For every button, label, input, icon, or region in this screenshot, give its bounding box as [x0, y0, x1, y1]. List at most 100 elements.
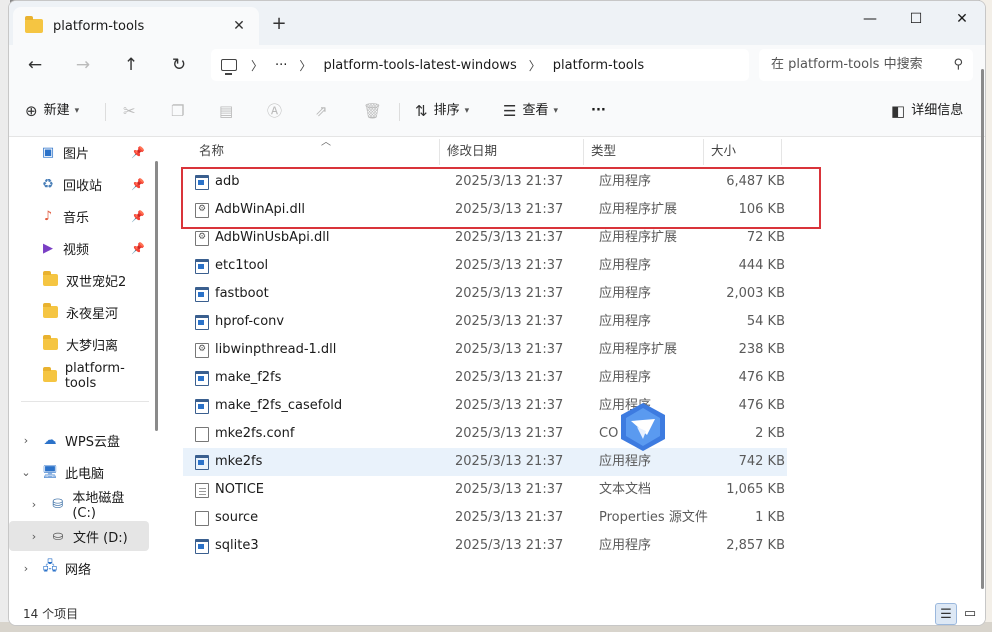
application-icon — [195, 399, 209, 414]
cut-button[interactable]: ✂ — [123, 99, 142, 123]
sort-button[interactable]: ⇅ 排序 ▾ — [415, 99, 469, 123]
sidebar-item-recycle-bin[interactable]: ♻ 回收站 📌 — [9, 169, 149, 199]
file-icon — [195, 427, 209, 442]
new-button[interactable]: ⊕ 新建 ▾ — [25, 99, 79, 123]
file-date: 2025/3/13 21:37 — [455, 370, 564, 385]
close-window-button[interactable]: ✕ — [939, 5, 985, 33]
file-row[interactable]: make_f2fs_casefold 2025/3/13 21:37 应用程序 476… — [183, 392, 787, 420]
new-tab-button[interactable]: + — [269, 14, 289, 34]
file-row[interactable]: mke2fs.conf 2025/3/13 21:37 CO 2 KB — [183, 420, 787, 448]
folder-icon — [43, 367, 57, 382]
sidebar-item-folder-3[interactable]: 大梦归离 — [9, 329, 149, 359]
divider — [105, 103, 106, 121]
file-type: CO — [599, 426, 619, 441]
share-button[interactable]: ⇗ — [315, 99, 334, 123]
chevron-right-icon: › — [23, 561, 29, 575]
file-name: mke2fs.conf — [215, 426, 295, 441]
file-row[interactable]: libwinpthread-1.dll 2025/3/13 21:37 应用程序扩展… — [183, 336, 787, 364]
file-name: make_f2fs — [215, 370, 282, 385]
column-header-type[interactable]: 类型 — [583, 137, 616, 165]
file-list-scrollbar[interactable] — [981, 69, 984, 589]
breadcrumb-platform-tools[interactable]: platform-tools — [553, 58, 644, 73]
file-size: 444 KB — [738, 258, 785, 273]
application-icon — [195, 455, 209, 470]
file-date: 2025/3/13 21:37 — [455, 314, 564, 329]
sidebar-item-label: 图片 — [63, 146, 90, 162]
sidebar-item-drive-c[interactable]: › ⛁ 本地磁盘 (C:) — [9, 489, 149, 521]
file-size: 2,003 KB — [726, 286, 785, 301]
minimize-button[interactable]: — — [847, 5, 893, 33]
drive-icon: ⛀ — [52, 528, 64, 544]
rename-button[interactable]: Ⓐ — [267, 99, 288, 123]
sidebar-item-label: 此电脑 — [65, 466, 105, 482]
file-row[interactable]: NOTICE 2025/3/13 21:37 文本文档 1,065 KB — [183, 476, 787, 504]
search-input[interactable]: 在 platform-tools 中搜索 ⚲ — [759, 49, 973, 81]
column-divider[interactable] — [781, 139, 782, 165]
delete-button[interactable]: 🗑 — [363, 99, 388, 123]
chevron-down-icon: ⌄ — [21, 465, 31, 479]
back-button[interactable]: ← — [21, 51, 49, 79]
chevron-down-icon: ▾ — [553, 106, 558, 116]
file-size: 1,065 KB — [726, 482, 785, 497]
tiles-view-button[interactable]: ▭ — [959, 603, 981, 625]
file-row[interactable]: etc1tool 2025/3/13 21:37 应用程序 444 KB — [183, 252, 787, 280]
file-name: NOTICE — [215, 482, 265, 497]
chevron-right-icon: › — [31, 497, 37, 511]
breadcrumb-more[interactable]: ··· — [275, 58, 287, 73]
details-view-button[interactable]: ☰ — [935, 603, 957, 625]
music-icon: ♪ — [43, 208, 53, 224]
file-row[interactable]: sqlite3 2025/3/13 21:37 应用程序 2,857 KB — [183, 532, 787, 560]
chevron-right-icon: 〉 — [251, 58, 264, 73]
column-header-size[interactable]: 大小 — [703, 137, 736, 165]
tab-title: platform-tools — [53, 18, 145, 34]
chevron-right-icon: 〉 — [299, 58, 312, 73]
file-type: 应用程序 — [599, 286, 652, 301]
tab-platform-tools[interactable]: platform-tools ✕ — [13, 7, 259, 45]
sidebar-item-videos[interactable]: ▶ 视频 📌 — [9, 233, 149, 263]
folder-icon — [25, 16, 43, 33]
file-row[interactable]: fastboot 2025/3/13 21:37 应用程序 2,003 KB — [183, 280, 787, 308]
pin-icon: 📌 — [131, 145, 145, 159]
sidebar-item-folder-1[interactable]: 双世宠妃2 — [9, 265, 149, 295]
sidebar-item-platform-tools[interactable]: platform-tools — [9, 361, 149, 391]
close-tab-icon[interactable]: ✕ — [229, 16, 249, 36]
copy-button[interactable]: ❐ — [171, 99, 190, 123]
status-bar: 14 个项目 ☰ ▭ — [9, 601, 985, 625]
forward-button[interactable]: → — [69, 51, 97, 79]
up-button[interactable]: ↑ — [117, 51, 145, 79]
pin-icon: 📌 — [131, 209, 145, 223]
sidebar-item-network[interactable]: › 🖧 网络 — [9, 553, 149, 583]
file-name: etc1tool — [215, 258, 269, 273]
details-pane-button[interactable]: ◧ 详细信息 — [891, 99, 963, 123]
details-button-label: 详细信息 — [911, 103, 964, 118]
new-button-label: 新建 — [43, 103, 70, 118]
file-row[interactable]: mke2fs 2025/3/13 21:37 应用程序 742 KB — [183, 448, 787, 476]
maximize-button[interactable]: ☐ — [893, 5, 939, 33]
sidebar-item-pictures[interactable]: ▣ 图片 📌 — [9, 137, 149, 167]
sidebar-item-drive-d[interactable]: › ⛀ 文件 (D:) — [9, 521, 149, 551]
column-header-name[interactable]: 名称 — [191, 137, 224, 165]
application-icon — [195, 287, 209, 302]
file-row[interactable]: source 2025/3/13 21:37 Properties 源文件 1 KB — [183, 504, 787, 532]
sidebar-item-wps-cloud[interactable]: › ☁ WPS云盘 — [9, 425, 149, 455]
sidebar-item-music[interactable]: ♪ 音乐 📌 — [9, 201, 149, 231]
more-options-button[interactable]: ··· — [591, 99, 606, 123]
column-header-date[interactable]: 修改日期 — [439, 137, 497, 165]
file-name: libwinpthread-1.dll — [215, 342, 337, 357]
chevron-right-icon: 〉 — [528, 58, 541, 73]
navigation-pane: ▣ 图片 📌 ♻ 回收站 📌 ♪ 音乐 📌 ▶ 视频 📌 双世宠妃2 永夜星河 — [9, 137, 161, 597]
file-name: source — [215, 510, 259, 525]
refresh-button[interactable]: ↻ — [165, 51, 193, 79]
breadcrumb-platform-tools-latest-windows[interactable]: platform-tools-latest-windows — [323, 58, 516, 73]
floating-app-badge-icon[interactable] — [617, 401, 669, 453]
sidebar-item-this-pc[interactable]: ⌄ 🖥 此电脑 — [9, 457, 149, 487]
tab-strip: platform-tools ✕ + — ☐ ✕ — [9, 1, 985, 45]
file-row[interactable]: hprof-conv 2025/3/13 21:37 应用程序 54 KB — [183, 308, 787, 336]
view-button[interactable]: ☰ 查看 ▾ — [503, 99, 558, 123]
address-bar[interactable]: 〉 ··· 〉 platform-tools-latest-windows 〉 … — [211, 49, 749, 81]
paste-button[interactable]: ▤ — [219, 99, 239, 123]
file-row[interactable]: make_f2fs 2025/3/13 21:37 应用程序 476 KB — [183, 364, 787, 392]
file-size: 54 KB — [746, 314, 785, 329]
sidebar-scrollbar[interactable] — [155, 161, 158, 431]
sidebar-item-folder-2[interactable]: 永夜星河 — [9, 297, 149, 327]
